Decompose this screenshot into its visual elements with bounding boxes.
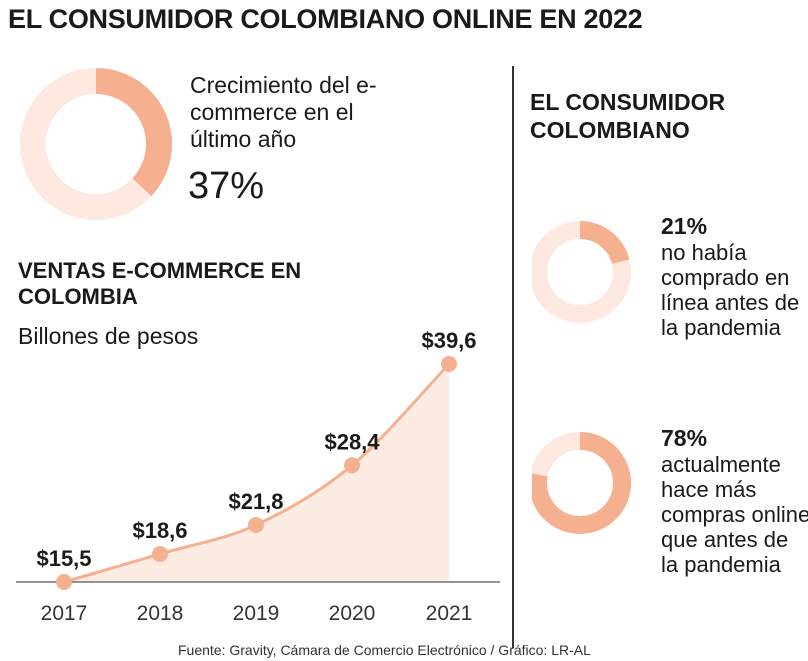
stat1-block: 21% no había comprado en línea antes de … — [661, 213, 808, 340]
stat2-text: actualmente hace más compras online que … — [661, 452, 808, 577]
stat1-percent: 21% — [661, 213, 708, 239]
stat1-donut — [532, 221, 631, 323]
ventas-chart: $15,5 2017 $18,6 2018 $21,8 2019 $28,4 2020 $39,… — [16, 328, 500, 625]
data-label-2019: $21,8 — [228, 489, 283, 514]
data-label-2020: $28,4 — [324, 429, 380, 454]
stat2-percent: 78% — [661, 425, 708, 451]
data-label-2017: $15,5 — [36, 546, 91, 571]
stat2-donut — [532, 432, 631, 534]
data-point-2019 — [248, 517, 264, 534]
data-label-2018: $18,6 — [132, 518, 187, 543]
data-point-2017 — [56, 574, 72, 590]
x-tick-2019: 2019 — [233, 602, 280, 625]
source-note: Fuente: Gravity, Cámara de Comercio Elec… — [178, 642, 591, 658]
data-point-2018 — [152, 545, 168, 562]
growth-donut — [20, 68, 172, 220]
area-fill — [64, 364, 449, 582]
growth-label: Crecimiento del e-commerce en el último … — [190, 72, 377, 152]
x-tick-2021: 2021 — [426, 602, 473, 625]
side-title: EL CONSUMIDOR COLOMBIANO — [530, 89, 726, 143]
x-tick-2017: 2017 — [41, 602, 88, 625]
page-title: EL CONSUMIDOR COLOMBIANO ONLINE EN 2022 — [8, 4, 643, 34]
growth-value: 37% — [188, 165, 265, 207]
x-tick-2018: 2018 — [137, 602, 184, 625]
stat1-text: no había comprado en línea antes de la p… — [661, 240, 800, 340]
data-point-2021 — [441, 356, 457, 372]
vertical-divider — [512, 66, 514, 648]
stat2-block: 78% actualmente hace más compras online … — [661, 425, 808, 577]
data-point-2020 — [344, 457, 360, 474]
data-label-2021: $39,6 — [421, 328, 476, 353]
ventas-title: VENTAS E-COMMERCE EN COLOMBIA — [18, 258, 302, 309]
x-tick-2020: 2020 — [329, 602, 376, 625]
